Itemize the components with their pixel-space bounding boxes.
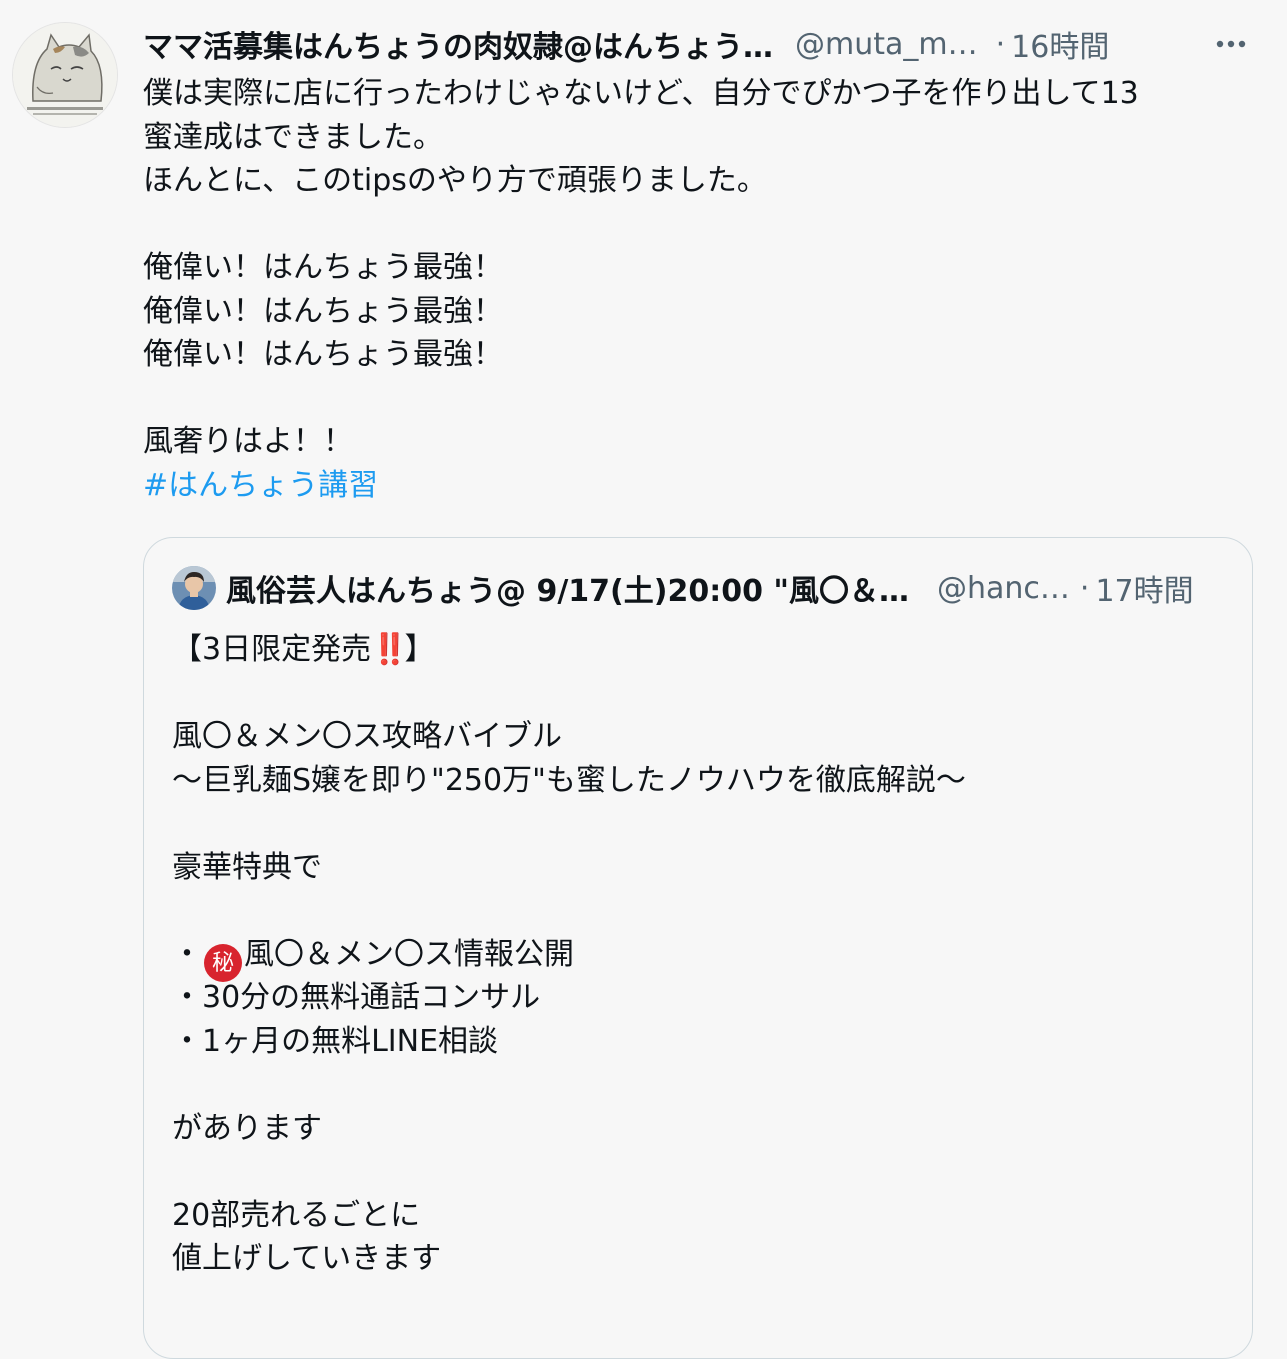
quoted-text-line [172,802,1232,846]
quoted-bullet-line: ・秘風〇＆メン〇ス情報公開 [172,933,1232,983]
tweet-text-line: 俺偉い！はんちょう最強！ [143,250,503,285]
bullet-text: 風〇＆メン〇ス情報公開 [244,936,574,972]
tweet-text-line: 俺偉い！はんちょう最強！ [143,293,503,329]
more-horizontal-icon [1216,40,1246,48]
quoted-author-display-name[interactable]: 風俗芸人はんちょう@ 9/17(土)20:00 "風〇＆… [226,566,909,610]
cat-illustration-icon [13,23,117,127]
person-photo-icon [172,566,216,610]
quoted-text-line: 風〇＆メン〇ス攻略バイブル [172,719,562,754]
tweet-text-line [143,203,1263,247]
quoted-text-line: 値上げしていきます [172,1241,442,1276]
author-handle[interactable]: @muta_m… [795,27,978,62]
quoted-text-line: 〜巨乳麺S嬢を即り"250万"も蜜したノウハウを徹底解説〜 [172,762,966,798]
tweet-header: ママ活募集はんちょうの肉奴隷@はんちょう… @muta_m… · 16時間 [143,22,1253,66]
quoted-text-line [172,1150,1232,1194]
tweet-text-line: 僕は実際に店に行ったわけじゃないけど、自分でぴかつ子を作り出して13 [143,76,1139,111]
separator-dot: · [995,26,1006,62]
quoted-text-line [172,1063,1232,1107]
tweet-text-line: 俺偉い！はんちょう最強！ [143,337,503,372]
double-exclamation-icon: ‼️ [371,632,408,667]
author-display-name[interactable]: ママ活募集はんちょうの肉奴隷@はんちょう… [143,22,773,66]
quoted-text-line: 20部売れるごとに [172,1197,421,1233]
quoted-text-line: ・1ヶ月の無料LINE相談 [172,1023,499,1059]
quoted-tweet[interactable]: 風俗芸人はんちょう@ 9/17(土)20:00 "風〇＆… @hanc… · 1… [143,537,1253,1359]
quoted-title-text: 【3日限定発売 [172,632,372,667]
tweet-timestamp[interactable]: 16時間 [1011,22,1109,66]
tweet-text-line [143,377,1263,421]
hashtag-link[interactable]: #はんちょう講習 [143,464,1263,508]
quoted-text-line: があります [172,1110,322,1146]
quoted-tweet-text: 【3日限定発売‼️】 風〇＆メン〇ス攻略バイブル 〜巨乳麺S嬢を即り"250万"… [172,628,1232,1281]
quoted-tweet-timestamp[interactable]: 17時間 [1095,566,1193,610]
quoted-title-line: 【3日限定発売‼️】 [172,628,1232,672]
quoted-title-close: 】 [404,632,435,667]
quoted-text-line [172,889,1232,933]
tweet-text-line: 風奢りはよ！！ [143,424,353,459]
quoted-tweet-header: 風俗芸人はんちょう@ 9/17(土)20:00 "風〇＆… @hanc… · 1… [172,566,1228,610]
quoted-text-line [172,672,1232,716]
quoted-text-line: ・30分の無料通話コンサル [172,980,541,1015]
tweet-text: 僕は実際に店に行ったわけじゃないけど、自分でぴかつ子を作り出して13 蜜達成はで… [143,72,1263,507]
quoted-text-line: 豪華特典で [172,849,322,885]
more-options-button[interactable] [1209,22,1253,66]
bullet-point: ・ [172,936,202,972]
tweet-text-line: ほんとに、このtipsのやり方で頑張りました。 [143,163,767,198]
quoted-author-avatar[interactable] [172,566,216,610]
tweet-text-line: 蜜達成はできました。 [143,119,443,155]
separator-dot: · [1079,570,1090,606]
quoted-author-handle[interactable]: @hanc… [937,571,1070,606]
author-avatar[interactable] [12,22,118,128]
tweet[interactable]: ママ活募集はんちょうの肉奴隷@はんちょう… @muta_m… · 16時間 僕は… [0,0,1287,1359]
